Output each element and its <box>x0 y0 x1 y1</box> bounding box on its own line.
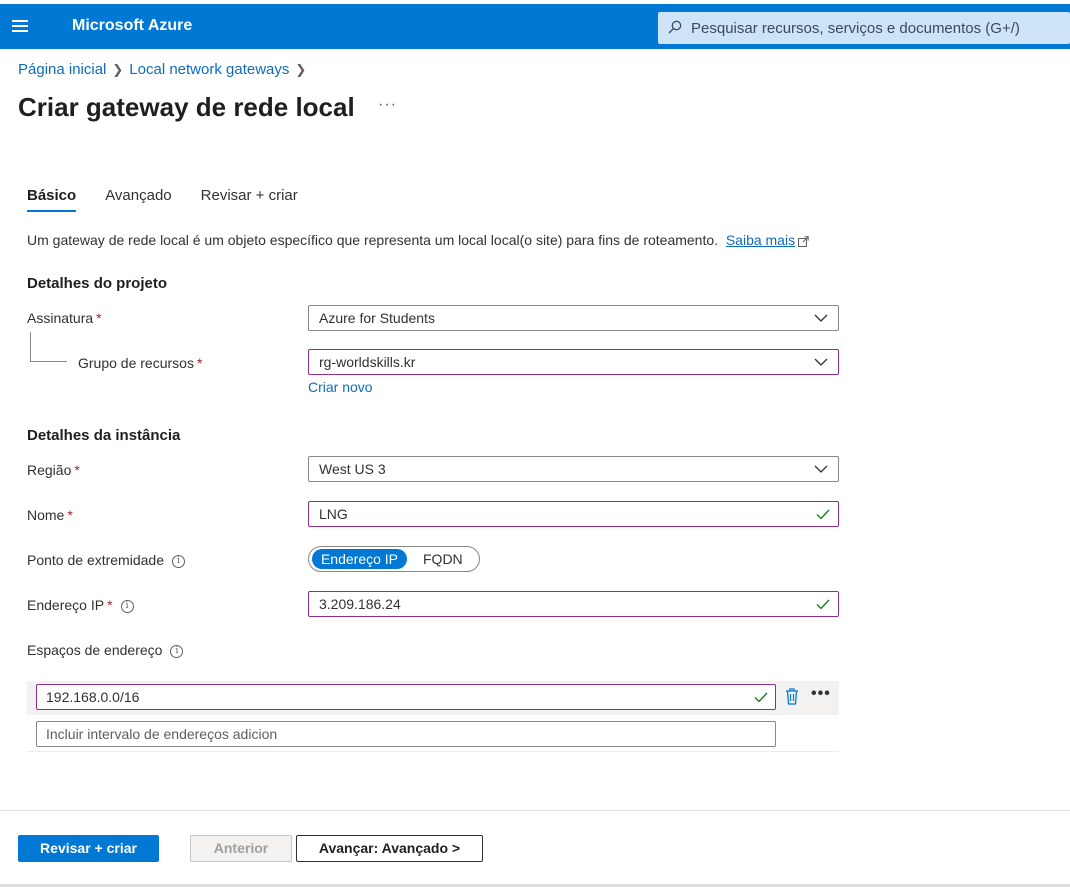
subscription-value: Azure for Students <box>319 310 435 326</box>
region-dropdown[interactable]: West US 3 <box>308 456 839 482</box>
delete-icon[interactable] <box>785 688 799 705</box>
chevron-right-icon: ❯ <box>295 62 307 77</box>
footer-divider <box>0 810 1070 811</box>
hamburger-menu-icon[interactable] <box>12 17 30 35</box>
section-project-details: Detalhes do projeto <box>27 275 168 292</box>
name-label: Nome * <box>27 507 73 523</box>
ip-address-label: Endereço IP * i <box>27 597 134 613</box>
chevron-down-icon <box>814 465 828 473</box>
address-space-value: 192.168.0.0/16 <box>46 689 140 705</box>
global-search-input[interactable]: Pesquisar recursos, serviços e documento… <box>658 12 1070 44</box>
chevron-right-icon: ❯ <box>112 62 124 77</box>
info-icon[interactable]: i <box>170 644 184 658</box>
page-title: Criar gateway de rede local <box>18 92 355 122</box>
section-instance-details: Detalhes da instância <box>27 427 181 444</box>
search-placeholder: Pesquisar recursos, serviços e documento… <box>691 20 1020 37</box>
required-mark: * <box>96 310 102 326</box>
description-text: Um gateway de rede local é um objeto esp… <box>27 232 719 248</box>
description: Um gateway de rede local é um objeto esp… <box>27 232 809 248</box>
checkmark-icon <box>816 599 830 610</box>
ip-address-value: 3.209.186.24 <box>319 596 401 612</box>
more-options-icon[interactable]: ··· <box>378 96 397 114</box>
info-icon[interactable]: i <box>120 599 134 613</box>
breadcrumb-home[interactable]: Página inicial <box>18 61 106 78</box>
resource-group-label: Grupo de recursos * <box>78 355 203 371</box>
info-icon[interactable]: i <box>171 554 185 568</box>
previous-button[interactable]: Anterior <box>190 835 292 862</box>
address-space-input[interactable]: 192.168.0.0/16 <box>36 684 776 710</box>
region-value: West US 3 <box>319 461 386 477</box>
add-address-range-input[interactable]: Incluir intervalo de endereços adicion <box>36 721 776 747</box>
endpoint-option-ip[interactable]: Endereço IP <box>312 549 407 569</box>
tab-basico[interactable]: Básico <box>27 187 77 212</box>
tree-connector <box>30 361 67 362</box>
chevron-down-icon <box>814 358 828 366</box>
endpoint-option-fqdn[interactable]: FQDN <box>423 549 463 569</box>
required-mark: * <box>67 507 73 523</box>
breadcrumb-local-network-gateways[interactable]: Local network gateways <box>129 61 289 78</box>
ip-address-input[interactable]: 3.209.186.24 <box>308 591 839 617</box>
endpoint-label: Ponto de extremidade i <box>27 552 185 568</box>
tab-list: Básico Avançado Revisar + criar <box>27 187 327 212</box>
resource-group-dropdown[interactable]: rg-worldskills.kr <box>308 349 839 375</box>
search-icon <box>668 20 682 34</box>
brand-title[interactable]: Microsoft Azure <box>72 17 192 35</box>
row-more-options-icon[interactable]: ••• <box>811 686 831 702</box>
tab-revisar-criar[interactable]: Revisar + criar <box>201 187 298 212</box>
top-bar: Microsoft Azure Pesquisar recursos, serv… <box>0 4 1070 49</box>
subscription-dropdown[interactable]: Azure for Students <box>308 305 839 331</box>
tab-avancado[interactable]: Avançado <box>105 187 171 212</box>
external-link-icon <box>798 236 809 247</box>
resource-group-value: rg-worldskills.kr <box>319 354 416 370</box>
address-spaces-label: Espaços de endereço i <box>27 642 184 658</box>
endpoint-toggle: Endereço IP FQDN <box>308 546 480 572</box>
learn-more-link[interactable]: Saiba mais <box>726 232 795 248</box>
name-value: LNG <box>319 506 348 522</box>
tree-connector <box>30 332 31 361</box>
address-space-row: 192.168.0.0/16 ••• <box>27 681 839 715</box>
next-button[interactable]: Avançar: Avançado > <box>296 835 483 862</box>
checkmark-icon <box>754 692 768 703</box>
name-input[interactable]: LNG <box>308 501 839 527</box>
required-mark: * <box>196 355 203 371</box>
subscription-label: Assinatura * <box>27 310 102 326</box>
chevron-down-icon <box>814 314 828 322</box>
checkmark-icon <box>816 509 830 520</box>
review-create-button[interactable]: Revisar + criar <box>18 835 159 862</box>
required-mark: * <box>74 462 80 478</box>
divider <box>27 751 839 752</box>
breadcrumb: Página inicial ❯ Local network gateways ❯ <box>18 61 312 78</box>
address-spaces-grid: 192.168.0.0/16 ••• Incluir intervalo de … <box>27 681 839 752</box>
required-mark: * <box>107 597 113 613</box>
region-label: Região * <box>27 462 80 478</box>
create-new-link[interactable]: Criar novo <box>308 379 373 395</box>
